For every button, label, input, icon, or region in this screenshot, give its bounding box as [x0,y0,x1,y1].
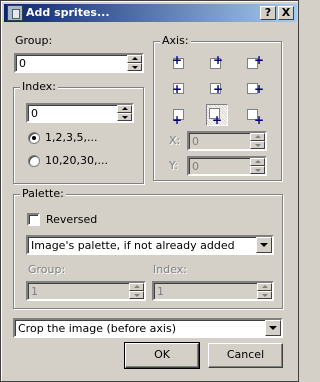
axis-y-down-arrow[interactable] [250,166,265,174]
palette-group-label: Group: [28,263,66,276]
index-radio-step10[interactable] [28,155,40,167]
palette-source-value: Image's palette, if not already added [31,239,235,252]
index-down-arrow[interactable] [117,113,132,121]
index-spinner[interactable]: 0 [26,103,134,123]
axis-legend: Axis: [160,34,191,47]
axis-y-up-arrow[interactable] [250,158,265,166]
palette-index-down-arrow[interactable] [257,291,272,299]
index-option-1-label[interactable]: 1,2,3,5,... [45,131,97,144]
axis-bottom-center[interactable]: + [206,104,228,126]
axis-bottom-right[interactable]: + [244,105,264,126]
palette-group-up-arrow[interactable] [129,283,144,291]
palette-index-value: 1 [157,285,164,298]
axis-top-left[interactable]: + [170,54,190,74]
index-value: 0 [31,107,38,120]
palette-group-value: 1 [31,285,38,298]
close-button[interactable]: X [278,6,294,20]
axis-y-spinner[interactable]: 0 [187,156,267,176]
axis-middle-right[interactable]: + [244,79,264,99]
palette-source-dropdown-arrow[interactable] [256,237,272,253]
axis-y-value: 0 [192,160,199,173]
palette-index-spinner[interactable]: 1 [152,281,274,301]
palette-source-select[interactable]: Image's palette, if not already added [26,235,274,255]
cancel-button[interactable]: Cancel [208,343,283,368]
axis-x-value: 0 [192,135,199,148]
crop-mode-value: Crop the image (before axis) [18,322,176,335]
crop-mode-dropdown-arrow[interactable] [265,320,281,336]
index-up-arrow[interactable] [117,105,132,113]
ok-button[interactable]: OK [124,342,200,369]
axis-x-label: X: [169,134,181,147]
title-bar[interactable]: Add sprites... ? X [4,4,297,22]
axis-x-up-arrow[interactable] [250,133,265,141]
palette-legend: Palette: [20,187,66,200]
index-radio-step1[interactable] [28,132,40,144]
palette-group-down-arrow[interactable] [129,291,144,299]
axis-top-right[interactable]: + [244,54,264,74]
axis-x-down-arrow[interactable] [250,141,265,149]
axis-middle-left[interactable]: + [170,79,190,99]
axis-y-label: Y: [169,159,178,172]
axis-bottom-left[interactable]: + [170,105,190,126]
reversed-label[interactable]: Reversed [46,213,97,226]
crop-mode-select[interactable]: Crop the image (before axis) [13,318,283,338]
group-spinner[interactable]: 0 [14,53,144,73]
palette-index-up-arrow[interactable] [257,283,272,291]
group-down-arrow[interactable] [127,63,142,71]
axis-center[interactable]: + [207,79,227,99]
group-value: 0 [19,57,26,70]
palette-group-spinner[interactable]: 1 [26,281,146,301]
axis-top-center[interactable]: + [207,54,227,74]
axis-x-spinner[interactable]: 0 [187,131,267,151]
palette-index-label: Index: [153,263,187,276]
help-button[interactable]: ? [260,6,276,20]
app-icon [7,5,23,21]
index-option-2-label[interactable]: 10,20,30,... [45,154,108,167]
index-legend: Index: [20,80,58,93]
add-sprites-dialog: Add sprites... ? X Group: 0 Index: 0 1,2… [0,0,299,382]
group-up-arrow[interactable] [127,55,142,63]
group-label: Group: [15,34,53,47]
reversed-checkbox[interactable] [27,213,40,226]
window-title: Add sprites... [26,6,110,19]
